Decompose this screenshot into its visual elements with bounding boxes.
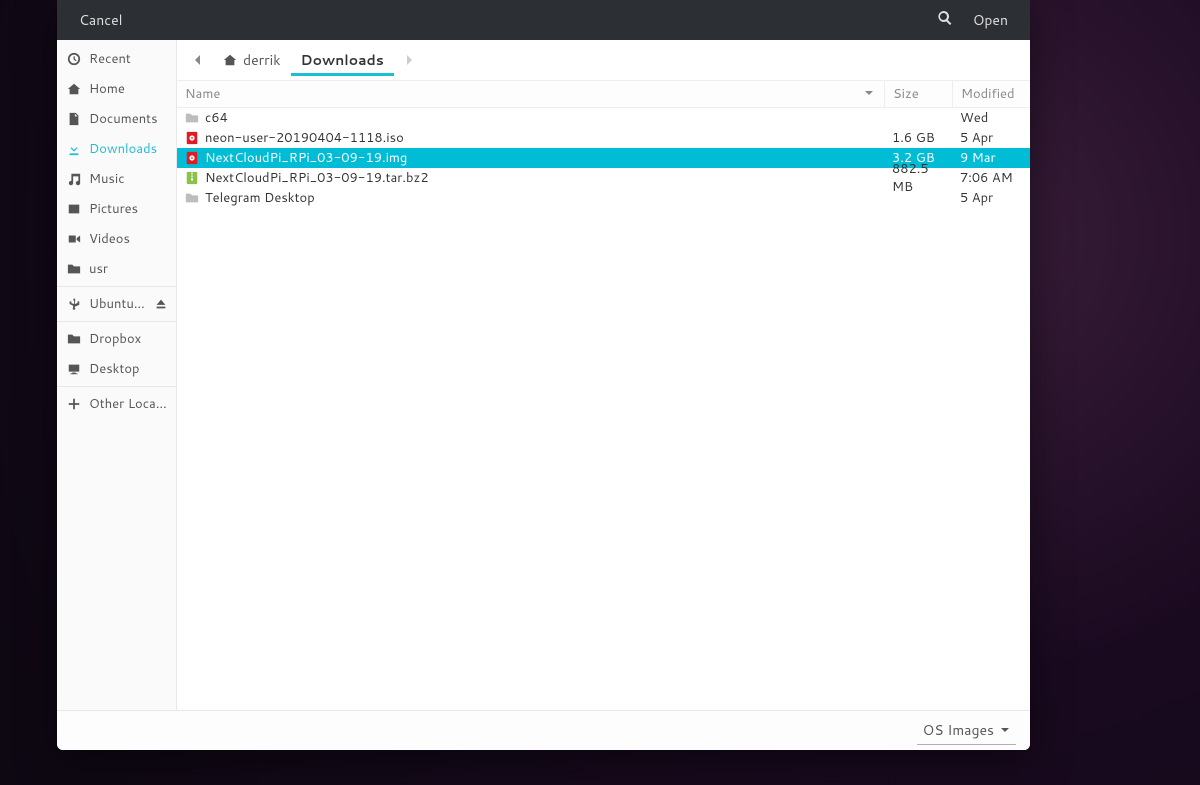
sidebar-item-label: Desktop [89, 360, 168, 378]
cancel-button[interactable]: Cancel [69, 4, 133, 36]
archive-file-icon [183, 171, 201, 185]
sort-indicator-icon [864, 85, 874, 103]
file-modified: 7:06 AM [952, 169, 1030, 187]
home-icon [223, 53, 237, 67]
sidebar-item-label: Dropbox [89, 330, 168, 348]
breadcrumb-label: derrik [243, 50, 281, 70]
sidebar-item-label: Downloads [89, 140, 168, 158]
file-row[interactable]: c64 Wed [177, 108, 1030, 128]
home-icon [67, 82, 81, 96]
file-name: c64 [201, 109, 884, 127]
path-bar: derrik Downloads [177, 40, 1030, 80]
folder-file-icon [183, 111, 201, 125]
sidebar-item-label: Other Locations [89, 395, 168, 413]
footer: OS Images [57, 710, 1030, 750]
column-header-name[interactable]: Name [183, 85, 884, 103]
plus-icon [67, 397, 81, 411]
picture-icon [67, 202, 81, 216]
file-list: c64Wedneon-user-20190404-1118.iso1.6 GB5… [177, 108, 1030, 710]
sidebar-item-ubuntu-19-[interactable]: Ubuntu 19… [57, 289, 176, 319]
sidebar-item-pictures[interactable]: Pictures [57, 194, 176, 224]
img-file-icon [183, 151, 201, 165]
folder-icon [67, 332, 81, 346]
sidebar-item-label: Recent [89, 50, 168, 68]
column-header-size[interactable]: Size [884, 81, 952, 107]
file-chooser-dialog: Cancel Open Recent Home Documents Downloads… [57, 0, 1030, 750]
eject-icon[interactable] [154, 297, 168, 311]
sidebar-item-label: Pictures [89, 200, 168, 218]
main-pane: derrik Downloads Name Size Modified c64 We… [177, 40, 1030, 710]
iso-file-icon [183, 131, 201, 145]
folder-icon [67, 262, 81, 276]
sidebar-item-documents[interactable]: Documents [57, 104, 176, 134]
file-modified: 5 Apr [952, 189, 1030, 207]
sidebar-item-home[interactable]: Home [57, 74, 176, 104]
path-forward-button[interactable] [398, 46, 420, 74]
file-modified: Wed [952, 109, 1030, 127]
path-back-button[interactable] [187, 46, 209, 74]
sidebar-item-desktop[interactable]: Desktop [57, 354, 176, 384]
breadcrumb-label: Downloads [301, 50, 384, 70]
breadcrumb-item[interactable]: Downloads [291, 44, 394, 76]
sidebar: Recent Home Documents Downloads Music Picture… [57, 40, 177, 710]
file-size: 882.5 MB [884, 160, 952, 196]
file-name: neon-user-20190404-1118.iso [201, 129, 884, 147]
sidebar-item-dropbox[interactable]: Dropbox [57, 324, 176, 354]
sidebar-item-music[interactable]: Music [57, 164, 176, 194]
sidebar-item-label: Home [89, 80, 168, 98]
sidebar-item-recent[interactable]: Recent [57, 44, 176, 74]
usb-icon [67, 297, 81, 311]
column-header-modified[interactable]: Modified [952, 81, 1030, 107]
search-button[interactable] [927, 4, 963, 37]
sidebar-item-label: Documents [89, 110, 168, 128]
sidebar-item-label: Ubuntu 19… [89, 295, 146, 313]
file-name: NextCloudPi_RPi_03-09-19.img [201, 149, 884, 167]
sidebar-item-downloads[interactable]: Downloads [57, 134, 176, 164]
sidebar-item-label: Videos [89, 230, 168, 248]
open-button[interactable]: Open [963, 4, 1018, 36]
file-modified: 5 Apr [952, 129, 1030, 147]
folder-file-icon [183, 191, 201, 205]
chevron-down-icon [1000, 720, 1010, 740]
download-icon [67, 142, 81, 156]
file-name: NextCloudPi_RPi_03-09-19.tar.bz2 [201, 169, 884, 187]
file-modified: 9 Mar [952, 149, 1030, 167]
video-icon [67, 232, 81, 246]
sidebar-item-label: Music [89, 170, 168, 188]
sidebar-item-videos[interactable]: Videos [57, 224, 176, 254]
titlebar: Cancel Open [57, 0, 1030, 40]
clock-icon [67, 52, 81, 66]
breadcrumb-item[interactable]: derrik [213, 44, 291, 76]
sidebar-item-usr[interactable]: usr [57, 254, 176, 284]
file-size: 1.6 GB [884, 129, 952, 147]
document-icon [67, 112, 81, 126]
column-headers: Name Size Modified [177, 80, 1030, 108]
file-row[interactable]: neon-user-20190404-1118.iso1.6 GB5 Apr [177, 128, 1030, 148]
desktop-icon [67, 362, 81, 376]
sidebar-item-other-locations[interactable]: Other Locations [57, 389, 176, 419]
search-icon [937, 10, 953, 31]
file-name: Telegram Desktop [201, 189, 884, 207]
sidebar-item-label: usr [89, 260, 168, 278]
music-icon [67, 172, 81, 186]
file-type-filter[interactable]: OS Images [917, 716, 1016, 745]
file-row[interactable]: NextCloudPi_RPi_03-09-19.tar.bz2882.5 MB… [177, 168, 1030, 188]
